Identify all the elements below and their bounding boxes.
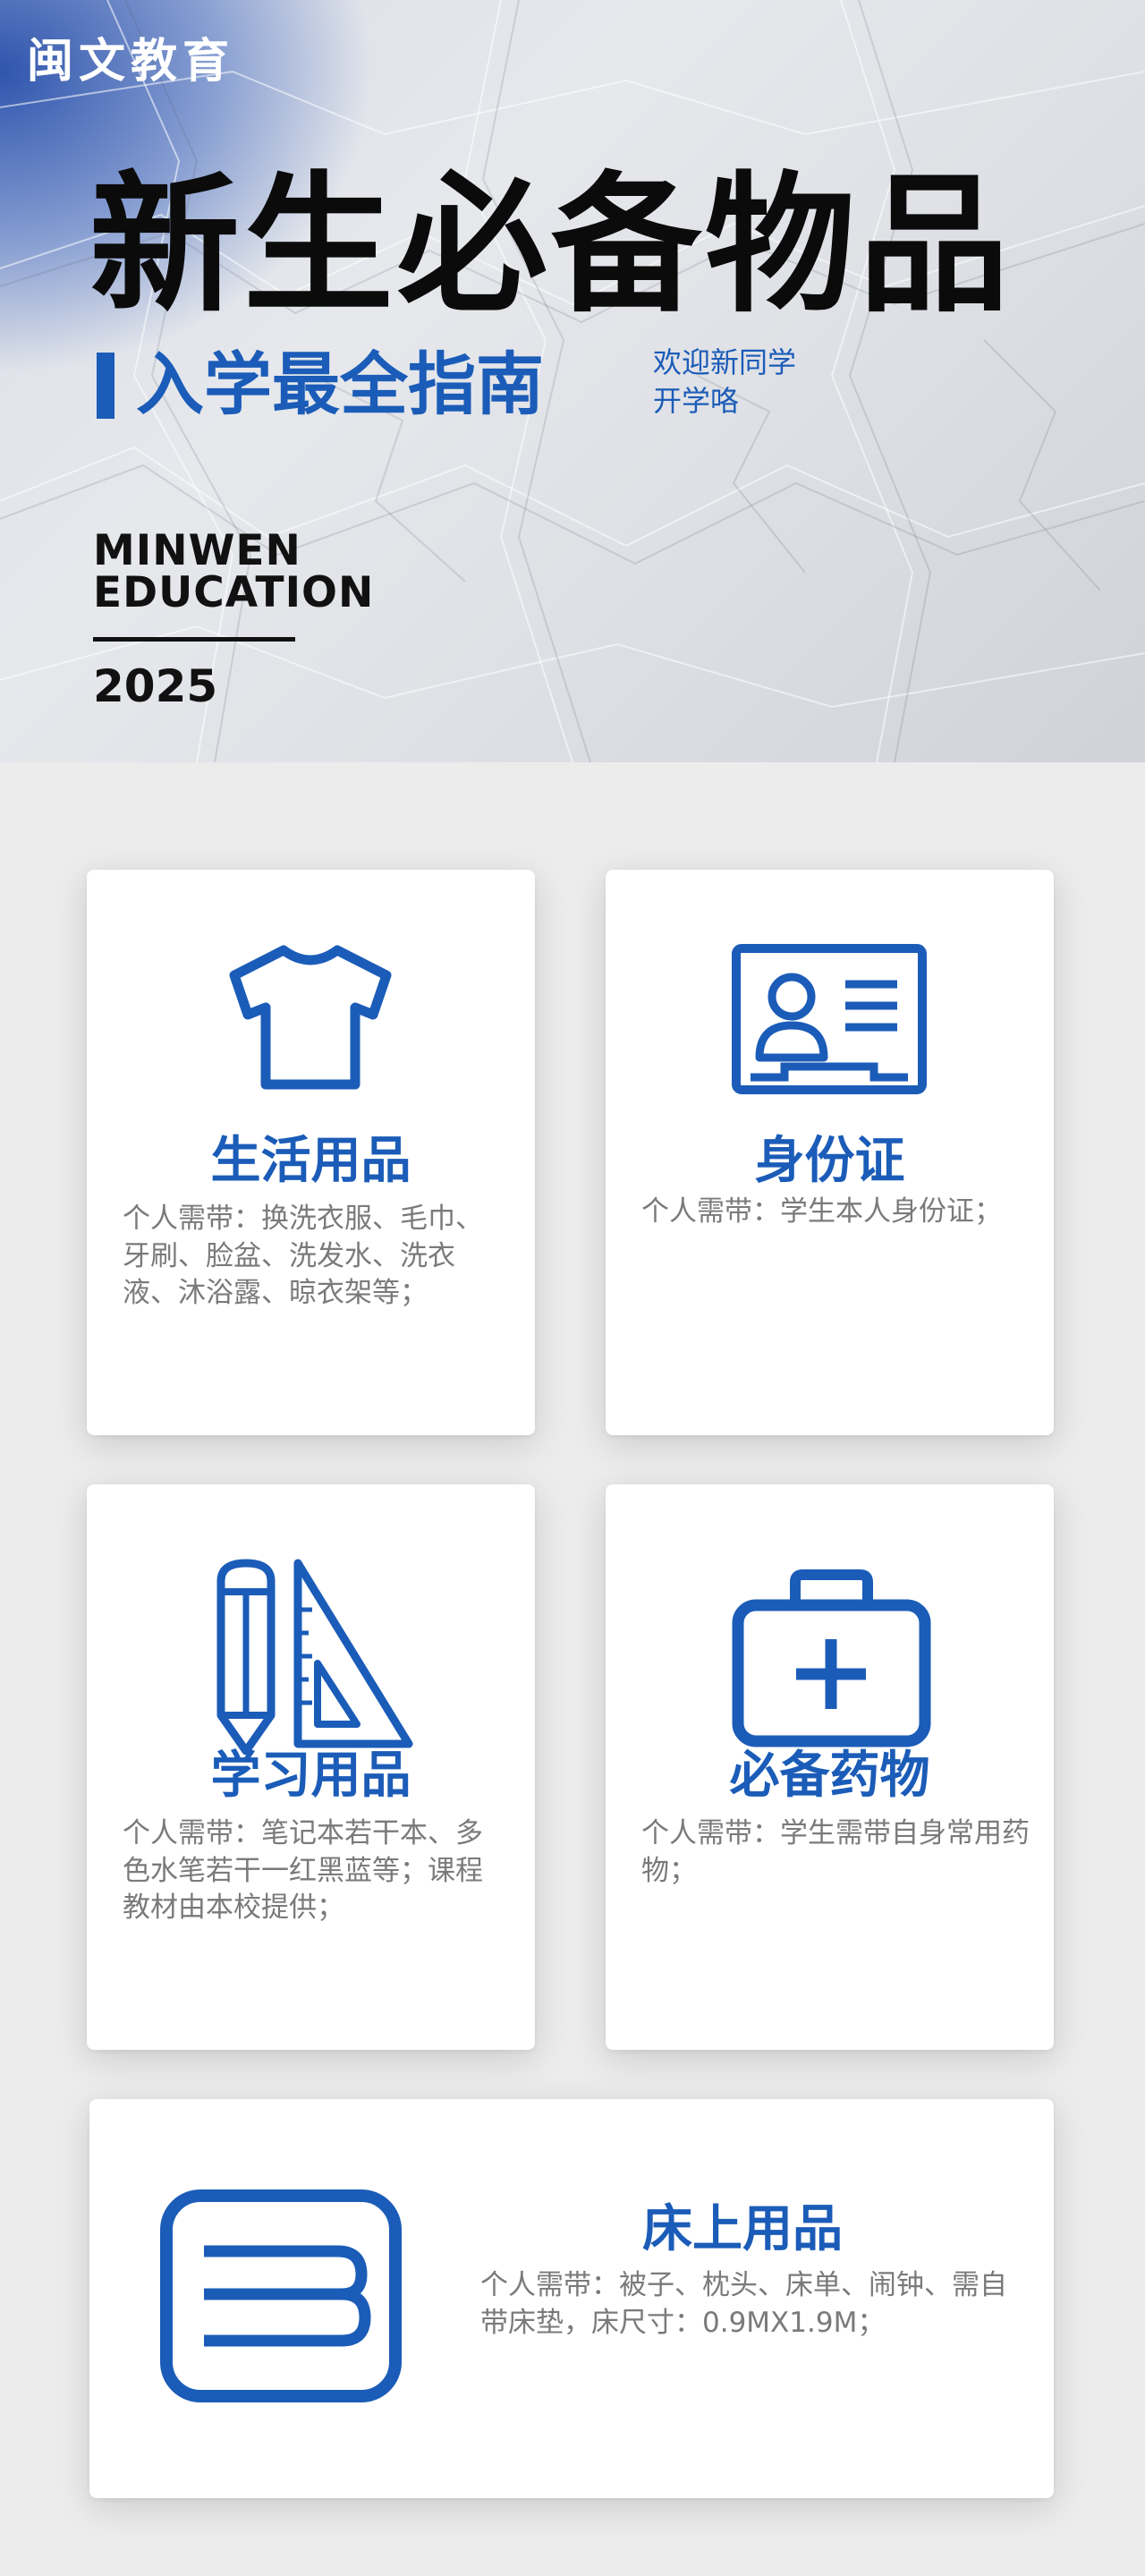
medical-kit-icon bbox=[732, 1569, 931, 1747]
page-subtitle: 入学最全指南 bbox=[136, 344, 544, 424]
card-study-supplies: 学习用品 个人需带：笔记本若干本、多色水笔若干一红黑蓝等；课程教材由本校提供； bbox=[87, 1484, 535, 2050]
card-description: 个人需带：学生需带自身常用药物； bbox=[641, 1817, 1030, 1887]
brand-line-1: MINWEN bbox=[93, 526, 301, 575]
card-title: 床上用品 bbox=[642, 2200, 843, 2258]
card-daily-necessities: 生活用品 个人需带：换洗衣服、毛巾、牙刷、脸盆、洗发水、洗衣液、沐浴露、晾衣架等… bbox=[87, 870, 535, 1435]
welcome-line-1: 欢迎新同学 bbox=[653, 345, 797, 379]
id-card-icon bbox=[732, 944, 927, 1094]
card-title: 必备药物 bbox=[729, 1747, 930, 1805]
hero-banner: 闽文教育 新生必备物品 入学最全指南 欢迎新同学 开学咯 MINWEN EDUC… bbox=[0, 0, 1145, 762]
card-bedding: 床上用品 个人需带：被子、枕头、床单、闹钟、需自带床垫，床尺寸：0.9MX1.9… bbox=[89, 2099, 1054, 2498]
brand-name: MINWEN EDUCATION bbox=[93, 530, 374, 614]
card-title: 生活用品 bbox=[210, 1132, 411, 1190]
page-title: 新生必备物品 bbox=[89, 157, 1013, 333]
welcome-text: 欢迎新同学 开学咯 bbox=[653, 344, 796, 421]
pencil-ruler-icon bbox=[216, 1559, 413, 1756]
card-id-card: 身份证 个人需带：学生本人身份证； bbox=[606, 870, 1054, 1435]
card-description: 个人需带：换洗衣服、毛巾、牙刷、脸盆、洗发水、洗衣液、沐浴露、晾衣架等； bbox=[123, 1203, 483, 1310]
card-description: 个人需带：被子、枕头、床单、闹钟、需自带床垫，床尺寸：0.9MX1.9M； bbox=[480, 2269, 1007, 2339]
card-title: 学习用品 bbox=[210, 1747, 411, 1805]
brand-logo: 闽文教育 bbox=[27, 35, 235, 89]
brand-line-2: EDUCATION bbox=[93, 568, 375, 617]
subtitle-accent-bar bbox=[97, 353, 114, 419]
bed-icon bbox=[160, 2189, 402, 2402]
card-description: 个人需带：笔记本若干本、多色水笔若干一红黑蓝等；课程教材由本校提供； bbox=[123, 1817, 483, 1925]
brand-divider bbox=[93, 637, 295, 642]
card-medicine: 必备药物 个人需带：学生需带自身常用药物； bbox=[606, 1484, 1054, 2050]
tshirt-icon bbox=[229, 945, 392, 1090]
year-label: 2025 bbox=[93, 660, 218, 712]
card-title: 身份证 bbox=[754, 1132, 905, 1190]
card-description: 个人需带：学生本人身份证； bbox=[641, 1195, 1002, 1228]
welcome-line-2: 开学咯 bbox=[653, 384, 740, 419]
